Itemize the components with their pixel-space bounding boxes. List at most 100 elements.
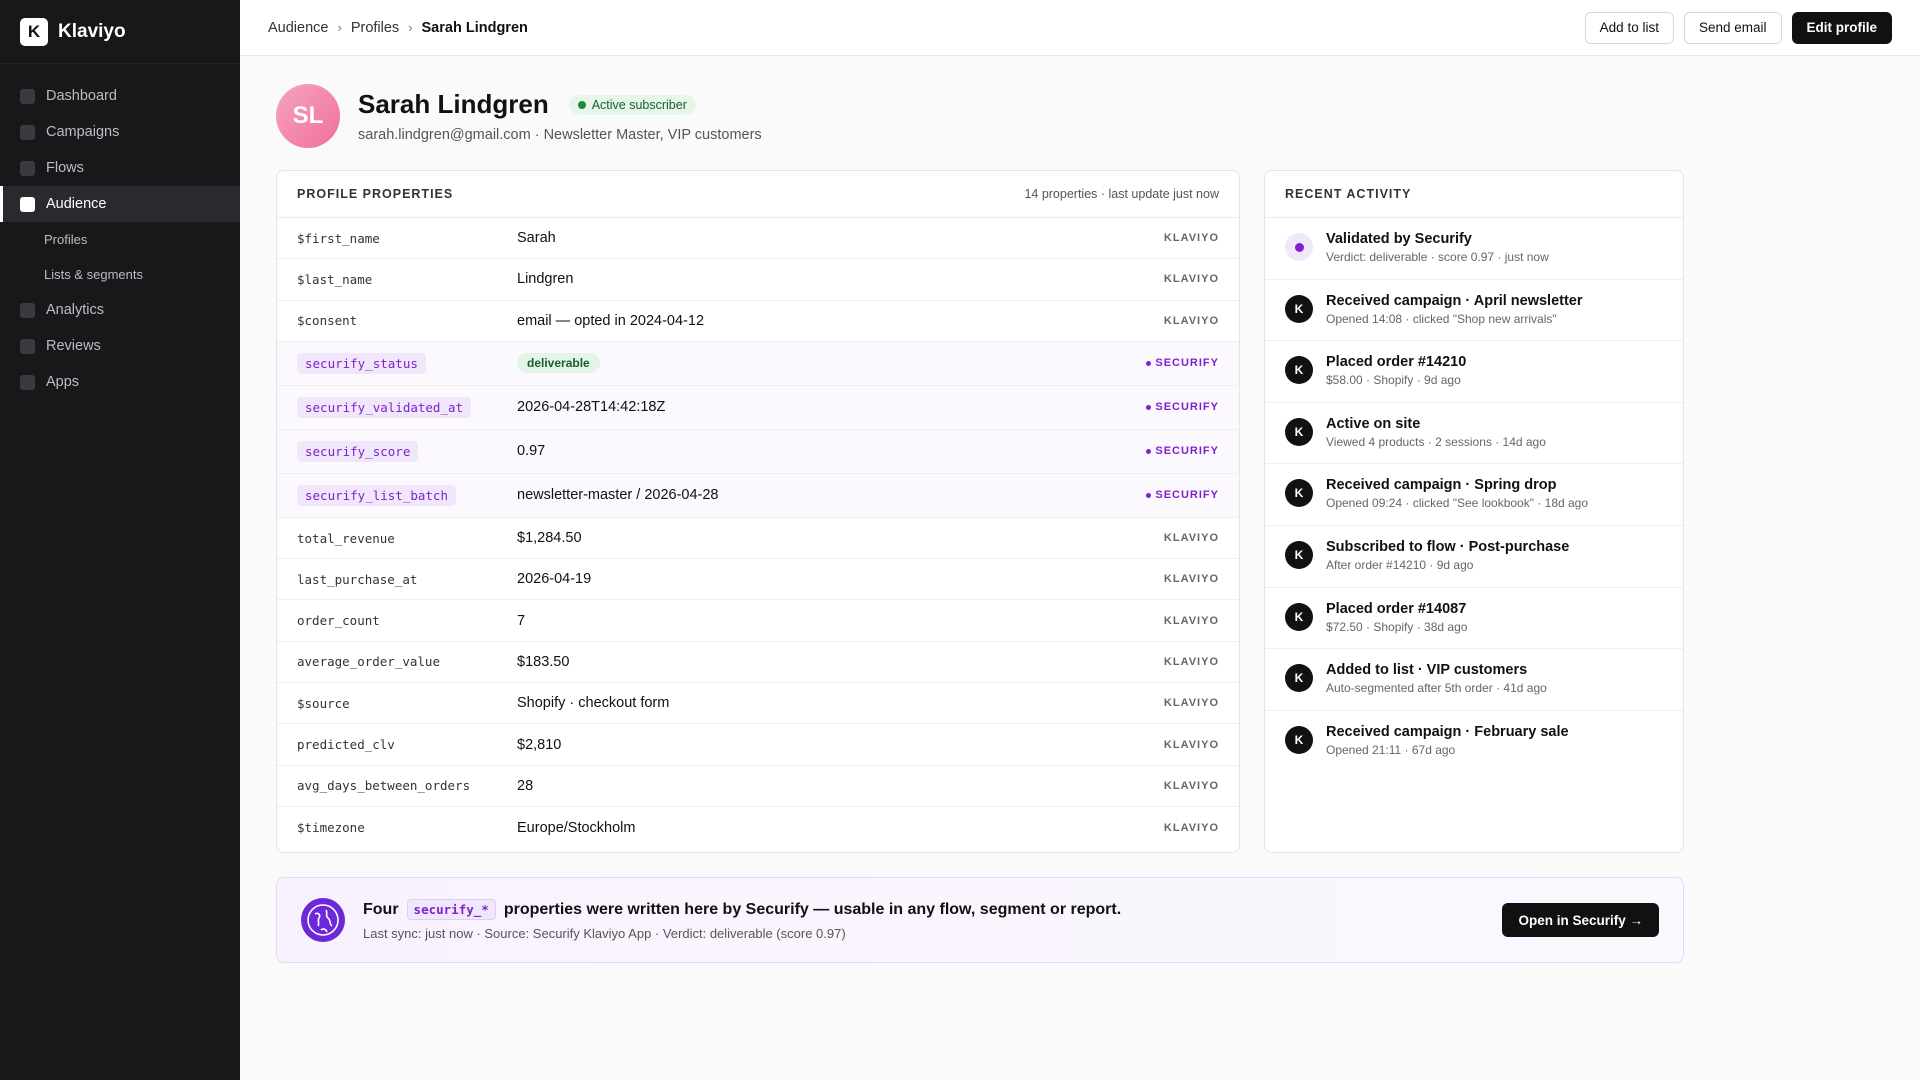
activity-item[interactable]: K Placed order #14087 $72.50 · Shopify ·… (1265, 588, 1683, 650)
klaviyo-icon: K (1285, 725, 1313, 754)
property-row[interactable]: $consent email — opted in 2024-04-12 KLA… (277, 301, 1239, 342)
activity-title: Received campaign · February sale (1326, 723, 1569, 740)
activity-sub: Viewed 4 products · 2 sessions · 14d ago (1326, 434, 1546, 449)
status-badge-label: Active subscriber (591, 97, 687, 112)
profile-subline: sarah.lindgren@gmail.com · Newsletter Ma… (358, 127, 762, 143)
sidebar-item-flows[interactable]: Flows (0, 150, 240, 186)
property-key: $last_name (297, 271, 373, 287)
banner-title: Four securify_* properties were written … (363, 899, 1121, 920)
send-email-button[interactable]: Send email (1683, 11, 1782, 44)
property-key: last_purchase_at (297, 571, 418, 587)
property-source: KLAVIYO (1163, 779, 1219, 792)
deliverable-pill: deliverable (517, 353, 600, 374)
activity-item[interactable]: K Placed order #14210 $58.00 · Shopify ·… (1265, 341, 1683, 403)
avatar: SL (276, 84, 340, 148)
activity-item[interactable]: K Received campaign · April newsletter O… (1265, 280, 1683, 342)
activity-item[interactable]: K Subscribed to flow · Post-purchase Aft… (1265, 526, 1683, 588)
property-value: 2026-04-28T14:42:18Z (517, 399, 666, 416)
recent-activity-panel: RECENT ACTIVITY Validated by Securify Ve… (1264, 170, 1684, 853)
sidebar-item-apps[interactable]: Apps (0, 364, 240, 400)
securify-code-tag: securify_* (406, 899, 496, 920)
property-key: $first_name (297, 230, 380, 246)
property-source: KLAVIYO (1163, 697, 1219, 710)
property-key: order_count (297, 613, 380, 629)
property-value: deliverable (517, 353, 1099, 374)
activity-sub: Auto-segmented after 5th order · 41d ago (1326, 681, 1547, 696)
panel-meta: 14 properties · last update just now (1024, 187, 1219, 201)
activity-item[interactable]: K Added to list · VIP customers Auto-seg… (1265, 649, 1683, 711)
activity-title: Validated by Securify (1326, 231, 1472, 247)
activity-item[interactable]: K Received campaign · Spring drop Opened… (1265, 464, 1683, 526)
sidebar-item-label: Dashboard (46, 88, 117, 104)
property-value: Sarah (517, 230, 556, 247)
property-value: 28 (517, 777, 534, 794)
globe-icon (301, 898, 345, 942)
sidebar-item-dashboard[interactable]: Dashboard (0, 78, 240, 114)
open-in-securify-button[interactable]: Open in Securify → (1502, 903, 1659, 937)
klaviyo-icon: K (1285, 479, 1313, 508)
sidebar-item-label: Apps (46, 374, 80, 390)
property-row[interactable]: predicted_clv $2,810 KLAVIYO (277, 724, 1239, 766)
property-row-securify[interactable]: securify_validated_at 2026-04-28T14:42:1… (277, 385, 1239, 430)
status-badge: Active subscriber (568, 94, 696, 115)
activity-title: Placed order #14087 (1326, 600, 1467, 617)
property-row[interactable]: $last_name Lindgren KLAVIYO (277, 259, 1239, 301)
breadcrumb-audience[interactable]: Audience (268, 20, 328, 36)
property-row[interactable]: $source Shopify · checkout form KLAVIYO (277, 683, 1239, 725)
property-row-securify[interactable]: securify_score 0.97 SECURIFY (277, 429, 1239, 474)
activity-sub: Opened 09:24 · clicked "See lookbook" · … (1326, 496, 1589, 511)
activity-title: Received campaign · Spring drop (1326, 477, 1557, 494)
property-row[interactable]: last_purchase_at 2026-04-19 KLAVIYO (277, 559, 1239, 601)
activity-item[interactable]: K Active on site Viewed 4 products · 2 s… (1265, 403, 1683, 465)
profile-properties-panel: PROFILE PROPERTIES 14 properties · last … (276, 170, 1240, 853)
sidebar-item-analytics[interactable]: Analytics (0, 292, 240, 328)
property-value: $1,284.50 (517, 530, 582, 547)
sidebar-subitem-lists-segments[interactable]: Lists & segments (0, 257, 240, 292)
panel-title: PROFILE PROPERTIES (297, 187, 454, 201)
sidebar-item-audience[interactable]: Audience (0, 186, 240, 222)
property-row-securify[interactable]: securify_status deliverable SECURIFY (277, 341, 1239, 386)
activity-sub: $72.50 · Shopify · 38d ago (1326, 619, 1468, 634)
edit-profile-button[interactable]: Edit profile (1791, 11, 1892, 44)
sidebar-item-campaigns[interactable]: Campaigns (0, 114, 240, 150)
app-name: Klaviyo (58, 20, 126, 42)
klaviyo-logo-icon: K (20, 17, 48, 46)
property-row[interactable]: order_count 7 KLAVIYO (277, 600, 1239, 642)
breadcrumb-separator: › (408, 20, 413, 35)
activity-item[interactable]: Validated by Securify Verdict: deliverab… (1265, 218, 1683, 280)
property-row[interactable]: avg_days_between_orders 28 KLAVIYO (277, 766, 1239, 807)
property-source: KLAVIYO (1163, 314, 1219, 327)
panel-title: RECENT ACTIVITY (1285, 187, 1412, 201)
activity-item[interactable]: K Received campaign · February sale Open… (1265, 711, 1683, 773)
profile-header: SL Sarah Lindgren Active subscriber sara… (276, 84, 762, 148)
property-source: KLAVIYO (1163, 821, 1219, 834)
analytics-icon (20, 302, 35, 318)
property-key: predicted_clv (297, 737, 395, 753)
securify-dot-icon (1285, 233, 1313, 261)
property-row-securify[interactable]: securify_list_batch newsletter-master / … (277, 473, 1239, 518)
property-key: securify_status (297, 352, 517, 374)
activity-title: Active on site (1326, 415, 1421, 432)
sidebar-item-reviews[interactable]: Reviews (0, 328, 240, 364)
property-row[interactable]: $timezone Europe/Stockholm KLAVIYO (277, 807, 1239, 848)
top-actions: Add to list Send email Edit profile (1584, 11, 1892, 44)
add-to-list-button[interactable]: Add to list (1584, 11, 1674, 44)
activity-title: Subscribed to flow · Post-purchase (1326, 538, 1570, 555)
brand[interactable]: K Klaviyo (0, 0, 240, 64)
property-source: KLAVIYO (1163, 273, 1219, 286)
activity-list: Validated by Securify Verdict: deliverab… (1265, 218, 1683, 772)
property-row[interactable]: average_order_value $183.50 KLAVIYO (277, 642, 1239, 684)
klaviyo-icon: K (1285, 294, 1313, 323)
property-source: SECURIFY (1099, 445, 1219, 457)
property-source: KLAVIYO (1163, 614, 1219, 627)
sidebar-subitem-profiles[interactable]: Profiles (0, 222, 240, 257)
breadcrumb-current: Sarah Lindgren (421, 19, 528, 36)
breadcrumb-profiles[interactable]: Profiles (351, 20, 399, 36)
activity-sub: $58.00 · Shopify · 9d ago (1326, 373, 1461, 388)
main-content: SL Sarah Lindgren Active subscriber sara… (240, 56, 1920, 1080)
sidebar-item-label: Audience (46, 196, 107, 212)
property-value: 0.97 (517, 443, 546, 460)
property-row[interactable]: total_revenue $1,284.50 KLAVIYO (277, 518, 1239, 560)
property-row[interactable]: $first_name Sarah KLAVIYO (277, 218, 1239, 260)
property-key: avg_days_between_orders (297, 778, 471, 794)
